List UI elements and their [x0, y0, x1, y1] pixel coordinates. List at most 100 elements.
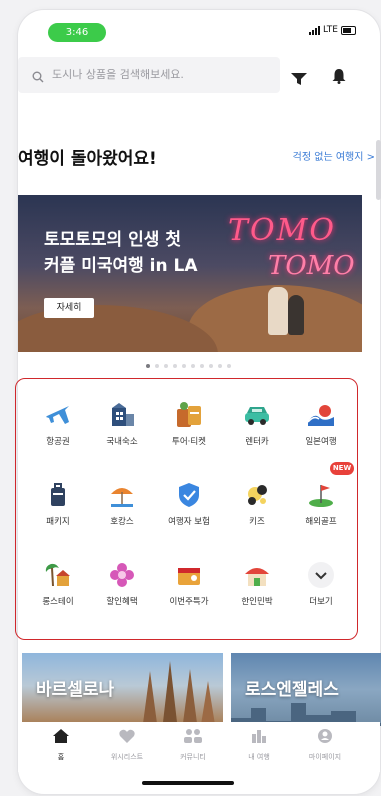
category-guesthouse[interactable]: 한인민박 [227, 560, 287, 607]
guesthouse-icon [242, 560, 272, 590]
category-label: 호캉스 [110, 517, 134, 527]
category-label: 국내숙소 [106, 437, 138, 447]
banner-pagination[interactable] [146, 364, 231, 368]
banner-person [268, 287, 288, 335]
category-label: 한인민박 [241, 597, 273, 607]
insurance-shield-icon [174, 480, 204, 510]
search-input[interactable]: 도시나 상품을 검색해보세요. [18, 57, 280, 93]
city-card-barcelona[interactable]: 바르셀로나 [22, 653, 223, 726]
category-label: 롱스테이 [42, 597, 74, 607]
heart-icon [119, 729, 135, 743]
category-label: 할인혜택 [106, 597, 138, 607]
chevron-down-icon [306, 560, 336, 590]
nav-community[interactable]: 커뮤니티 [163, 728, 223, 762]
nav-home[interactable]: 홈 [31, 728, 91, 762]
category-long-stay[interactable]: 롱스테이 [28, 560, 88, 607]
hotel-icon [107, 400, 137, 430]
palm-house-icon [43, 560, 73, 590]
category-label: 이번주특가 [169, 597, 209, 607]
community-icon [184, 729, 202, 743]
category-tour-ticket[interactable]: 투어·티켓 [159, 400, 219, 447]
my-trip-icon [252, 730, 266, 743]
bottom-nav: 홈 위시리스트 커뮤니티 내 여행 마이페이지 [18, 722, 380, 772]
pagination-dot[interactable] [173, 364, 177, 368]
nav-label: 내 여행 [248, 753, 270, 761]
pagination-dot[interactable] [164, 364, 168, 368]
pagination-dot[interactable] [200, 364, 204, 368]
city-card-los-angeles[interactable]: 로스엔젤레스 [231, 653, 381, 726]
category-label: 여행자 보험 [168, 517, 210, 527]
category-package[interactable]: 패키지 [28, 480, 88, 527]
city-name: 로스엔젤레스 [245, 680, 339, 700]
category-flights[interactable]: 항공권 [28, 400, 88, 447]
category-more[interactable]: 더보기 [291, 560, 351, 607]
airplane-icon [43, 400, 73, 430]
category-weekly-deals[interactable]: 이번주특가 [159, 560, 219, 607]
banner-title: 토모토모의 인생 첫 [44, 230, 181, 250]
tour-ticket-icon [174, 400, 204, 430]
category-label: 더보기 [309, 597, 333, 607]
home-icon [53, 729, 69, 743]
beach-umbrella-icon [107, 480, 137, 510]
pagination-dot[interactable] [182, 364, 186, 368]
pagination-dot[interactable] [209, 364, 213, 368]
banner-detail-button[interactable]: 자세히 [44, 298, 94, 318]
page-title: 여행이 돌아왔어요! [18, 149, 157, 169]
rental-car-icon [242, 400, 272, 430]
search-icon [32, 68, 44, 87]
category-hocance[interactable]: 호캉스 [92, 480, 152, 527]
nav-label: 마이페이지 [308, 753, 342, 761]
safe-destinations-link[interactable]: 걱정 없는 여행지 > [293, 148, 375, 163]
filter-icon[interactable] [291, 70, 307, 89]
nav-my-page[interactable]: 마이페이지 [295, 728, 355, 762]
promo-banner[interactable]: TOMO TOMO 토모토모의 인생 첫 커플 미국여행 in LA 자세히 [18, 195, 362, 352]
nav-label: 홈 [57, 753, 65, 761]
sagrada-familia-icon [142, 661, 216, 726]
pagination-dot[interactable] [218, 364, 222, 368]
status-time: 3:46 [48, 23, 106, 42]
pagination-dot[interactable] [227, 364, 231, 368]
status-indicators: LTE [309, 25, 356, 35]
signal-icon [309, 25, 321, 35]
category-domestic-stay[interactable]: 국내숙소 [92, 400, 152, 447]
category-label: 일본여행 [305, 437, 337, 447]
profile-icon [318, 729, 332, 743]
category-label: 해외골프 [305, 517, 337, 527]
nav-label: 커뮤니티 [180, 753, 206, 761]
discount-flower-icon [107, 560, 137, 590]
category-label: 패키지 [46, 517, 70, 527]
banner-neon-text: TOMO [268, 251, 355, 281]
status-bar: 3:46 LTE [18, 10, 380, 50]
category-kids[interactable]: 키즈 [227, 480, 287, 527]
search-placeholder: 도시나 상품을 검색해보세요. [52, 68, 184, 81]
scrollbar[interactable] [376, 140, 381, 200]
weekly-deal-icon [174, 560, 204, 590]
home-indicator [142, 781, 234, 785]
kids-icon [242, 480, 272, 510]
banner-person [288, 295, 304, 335]
pagination-dot[interactable] [146, 364, 150, 368]
category-japan-travel[interactable]: 일본여행 [291, 400, 351, 447]
bell-icon[interactable] [332, 68, 346, 88]
category-overseas-golf[interactable]: 해외골프 [291, 480, 351, 527]
category-label: 렌터카 [245, 437, 269, 447]
pagination-dot[interactable] [155, 364, 159, 368]
city-name: 바르셀로나 [36, 680, 115, 700]
battery-icon [341, 25, 356, 35]
network-label: LTE [323, 25, 338, 35]
category-label: 항공권 [46, 437, 70, 447]
suitcase-icon [43, 480, 73, 510]
category-discounts[interactable]: 할인혜택 [92, 560, 152, 607]
nav-my-trip[interactable]: 내 여행 [229, 728, 289, 762]
category-label: 키즈 [249, 517, 265, 527]
new-badge: NEW [330, 462, 354, 475]
pagination-dot[interactable] [191, 364, 195, 368]
golf-icon [306, 480, 336, 510]
nav-label: 위시리스트 [110, 753, 144, 761]
banner-title: 커플 미국여행 in LA [44, 256, 198, 276]
japan-wave-icon [306, 400, 336, 430]
nav-wishlist[interactable]: 위시리스트 [97, 728, 157, 762]
category-travel-insurance[interactable]: 여행자 보험 [159, 480, 219, 527]
banner-neon-text: TOMO [228, 213, 336, 248]
category-rental-car[interactable]: 렌터카 [227, 400, 287, 447]
